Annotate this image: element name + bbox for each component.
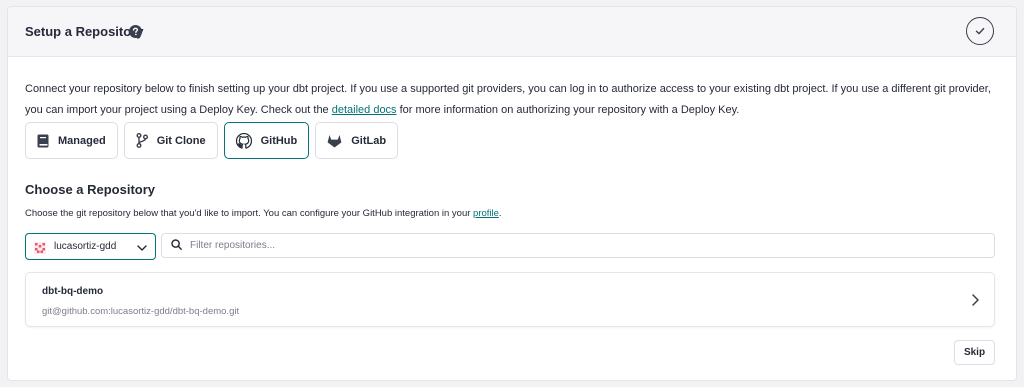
account-select-value: lucasortiz-gdd: [54, 241, 117, 252]
question-circle-icon[interactable]: [129, 25, 142, 38]
account-avatar-icon: [34, 241, 46, 254]
choose-desc-before-link: Choose the git repository below that you…: [25, 208, 474, 219]
setup-repository-panel: Setup a Repository Connect your reposito…: [7, 6, 1017, 381]
intro-text: Connect your repository below to finish …: [25, 79, 1005, 121]
book-icon: [37, 134, 49, 148]
filter-repositories-box[interactable]: [161, 233, 995, 258]
provider-tabs: Managed Git Clone GitHub GitLab: [25, 122, 399, 159]
provider-tab-label: Git Clone: [156, 134, 206, 147]
provider-tab-managed[interactable]: Managed: [25, 122, 118, 159]
chevron-down-icon: [137, 238, 147, 256]
page-title: Setup a Repository: [25, 24, 144, 39]
github-icon: [235, 132, 252, 149]
repository-list-item[interactable]: dbt-bq-demo git@github.com:lucasortiz-gd…: [25, 272, 995, 327]
skip-button[interactable]: Skip: [954, 340, 995, 365]
chevron-right-icon: [970, 293, 980, 307]
check-circle-icon[interactable]: [966, 17, 994, 45]
provider-tab-label: GitHub: [260, 134, 298, 147]
provider-tab-git-clone[interactable]: Git Clone: [123, 122, 218, 159]
intro-text-after-link: for more information on authorizing your…: [396, 104, 740, 116]
choose-desc-after-link: .: [498, 208, 502, 219]
account-select[interactable]: lucasortiz-gdd: [25, 233, 156, 260]
repository-name: dbt-bq-demo: [42, 286, 104, 297]
repository-url: git@github.com:lucasortiz-gdd/dbt-bq-dem…: [42, 306, 240, 317]
provider-tab-github[interactable]: GitHub: [223, 122, 310, 159]
filter-repositories-input[interactable]: [190, 240, 985, 251]
profile-link[interactable]: profile: [473, 208, 499, 219]
provider-tab-gitlab[interactable]: GitLab: [315, 122, 399, 159]
gitlab-icon: [327, 134, 342, 148]
git-branch-icon: [136, 133, 148, 148]
choose-repository-description: Choose the git repository below that you…: [25, 208, 502, 219]
search-icon: [171, 237, 182, 255]
provider-tab-label: GitLab: [351, 134, 387, 147]
choose-repository-title: Choose a Repository: [25, 182, 156, 197]
provider-tab-label: Managed: [58, 134, 106, 147]
detailed-docs-link[interactable]: detailed docs: [332, 104, 397, 116]
panel-header: Setup a Repository: [8, 7, 1016, 57]
